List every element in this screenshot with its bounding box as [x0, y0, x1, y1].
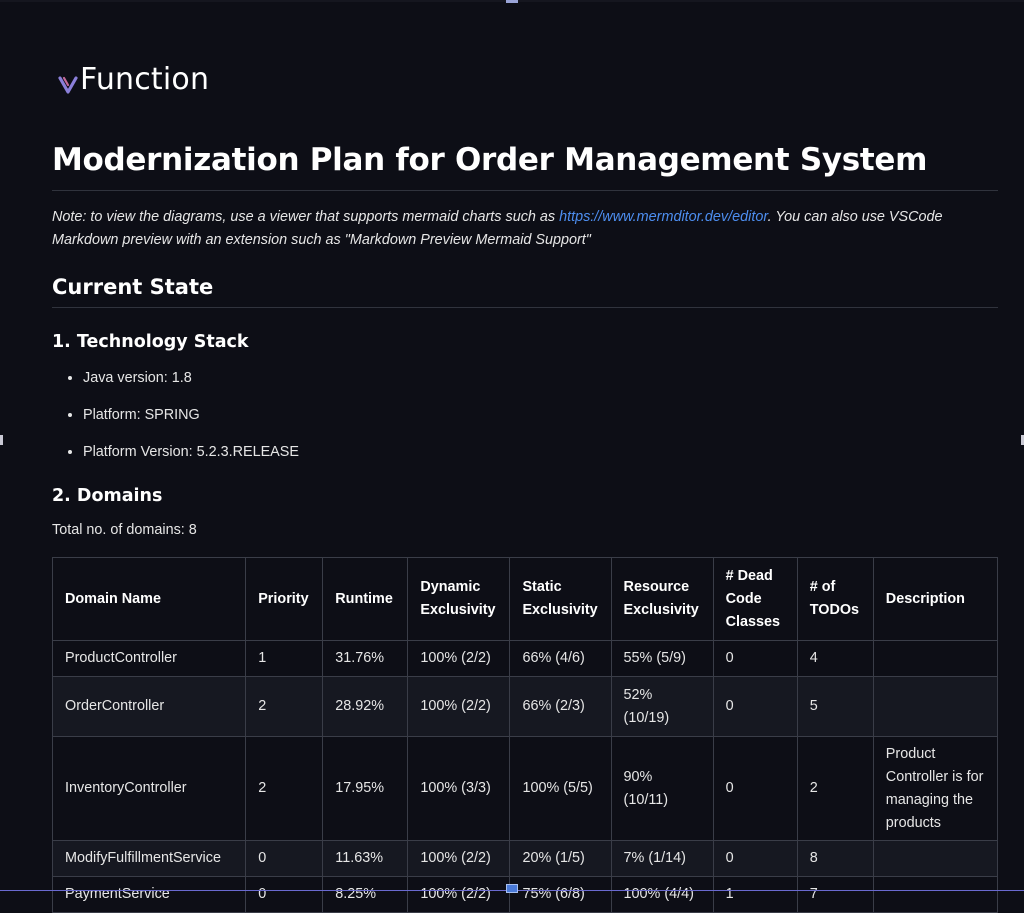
- table-cell: 5: [796, 676, 874, 737]
- table-header-row: Domain Name Priority Runtime Dynamic Exc…: [51, 557, 999, 641]
- title-divider: [52, 190, 998, 191]
- table-cell: 7: [796, 876, 874, 913]
- table-cell: 100% (2/2): [407, 876, 511, 913]
- table-cell: PaymentService: [51, 876, 247, 913]
- table-cell: 0: [245, 876, 324, 913]
- list-item: Platform Version: 5.2.3.RELEASE: [83, 440, 299, 477]
- section-divider: [52, 307, 998, 308]
- table-cell: 31.76%: [322, 640, 409, 677]
- column-header: Runtime: [322, 557, 409, 641]
- table-cell: 1: [712, 876, 798, 913]
- table-cell: [872, 840, 999, 877]
- table-cell: [872, 640, 999, 677]
- table-cell: [872, 676, 999, 737]
- column-header: Dynamic Exclusivity: [407, 557, 511, 641]
- mermditor-link[interactable]: https://www.mermditor.dev/editor: [559, 209, 767, 225]
- column-header: # Dead Code Classes: [712, 557, 798, 641]
- domains-table: Domain Name Priority Runtime Dynamic Exc…: [51, 557, 999, 913]
- table-cell: 2: [245, 736, 324, 841]
- table-cell: 90% (10/11): [610, 736, 714, 841]
- column-header: Domain Name: [51, 557, 247, 641]
- table-cell: 100% (5/5): [509, 736, 612, 841]
- column-header: Priority: [245, 557, 324, 641]
- table-cell: Product Controller is for managing the p…: [872, 736, 999, 841]
- table-cell: 20% (1/5): [509, 840, 612, 877]
- table-cell: 11.63%: [322, 840, 409, 877]
- logo-text: Function: [80, 62, 210, 97]
- table-cell: 4: [796, 640, 874, 677]
- table-cell: 100% (3/3): [407, 736, 511, 841]
- table-cell: [872, 876, 999, 913]
- vfunction-logo: Function: [58, 62, 209, 97]
- table-cell: 100% (2/2): [407, 640, 511, 677]
- viewer-note: Note: to view the diagrams, use a viewer…: [52, 206, 998, 252]
- table-cell: 52% (10/19): [610, 676, 714, 737]
- table-cell: 0: [712, 840, 798, 877]
- domains-total: Total no. of domains: 8: [52, 522, 197, 538]
- table-cell: 100% (2/2): [407, 840, 511, 877]
- table-cell: ProductController: [51, 640, 247, 677]
- table-row: OrderController 2 28.92% 100% (2/2) 66% …: [51, 676, 999, 737]
- table-cell: 1: [245, 640, 324, 677]
- table-cell: 8.25%: [322, 876, 409, 913]
- table-cell: 100% (2/2): [407, 676, 511, 737]
- list-item: Platform: SPRING: [83, 403, 299, 440]
- table-cell: 2: [796, 736, 874, 841]
- table-cell: 0: [712, 640, 798, 677]
- resize-handle-left[interactable]: [0, 435, 3, 445]
- subheading-technology-stack: 1. Technology Stack: [52, 332, 249, 352]
- table-cell: 7% (1/14): [610, 840, 714, 877]
- table-cell: 100% (4/4): [610, 876, 714, 913]
- subheading-domains: 2. Domains: [52, 486, 163, 506]
- table-cell: 0: [712, 676, 798, 737]
- table-cell: OrderController: [51, 676, 247, 737]
- table-cell: 75% (6/8): [509, 876, 612, 913]
- table-cell: ModifyFulfillmentService: [51, 840, 247, 877]
- table-row: ProductController 1 31.76% 100% (2/2) 66…: [51, 640, 999, 677]
- column-header: Resource Exclusivity: [610, 557, 714, 641]
- v-logo-icon: [58, 75, 78, 94]
- table-cell: 66% (2/3): [509, 676, 612, 737]
- table-cell: 0: [245, 840, 324, 877]
- column-header: Static Exclusivity: [509, 557, 612, 641]
- note-text-before: Note: to view the diagrams, use a viewer…: [52, 209, 560, 225]
- table-cell: 0: [712, 736, 798, 841]
- section-heading-current-state: Current State: [52, 275, 214, 299]
- table-row: ModifyFulfillmentService 0 11.63% 100% (…: [51, 840, 999, 877]
- table-row: PaymentService 0 8.25% 100% (2/2) 75% (6…: [51, 876, 999, 913]
- technology-stack-list: Java version: 1.8 Platform: SPRING Platf…: [66, 366, 299, 477]
- table-cell: InventoryController: [51, 736, 247, 841]
- table-cell: 2: [245, 676, 324, 737]
- page-title: Modernization Plan for Order Management …: [52, 142, 928, 178]
- column-header: # of TODOs: [796, 557, 874, 641]
- table-row: InventoryController 2 17.95% 100% (3/3) …: [51, 736, 999, 841]
- table-cell: 66% (4/6): [509, 640, 612, 677]
- table-cell: 17.95%: [322, 736, 409, 841]
- resize-handle-top[interactable]: [506, 0, 518, 3]
- table-cell: 8: [796, 840, 874, 877]
- table-cell: 55% (5/9): [610, 640, 714, 677]
- table-cell: 28.92%: [322, 676, 409, 737]
- column-header: Description: [872, 557, 999, 641]
- list-item: Java version: 1.8: [83, 366, 299, 403]
- resize-handle-bottom[interactable]: [506, 884, 518, 893]
